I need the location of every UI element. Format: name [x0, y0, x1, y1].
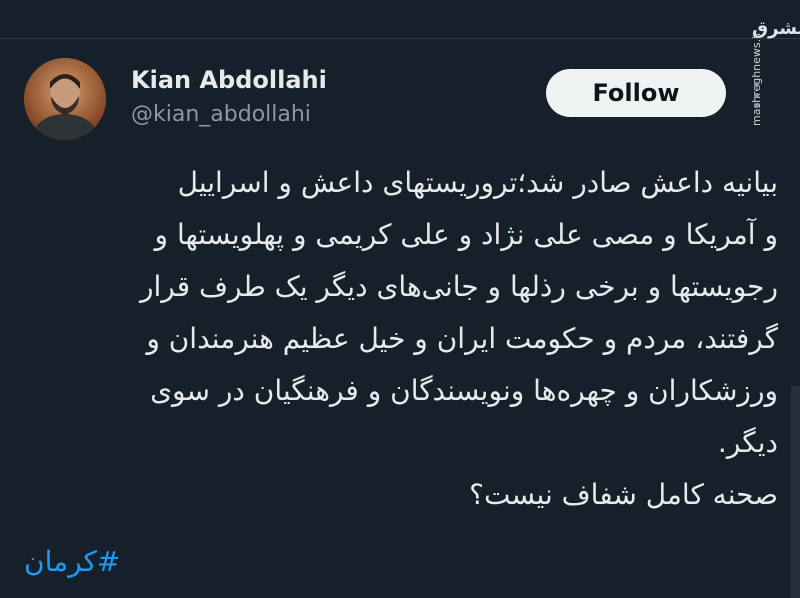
hashtag-link[interactable]: #کرمان [24, 545, 120, 578]
tweet-line: بیانیه داعش صادر شد؛تروریستهای داعش و اس… [177, 166, 778, 199]
avatar[interactable] [24, 58, 106, 140]
tweet-line: دیگر. [717, 426, 778, 459]
more-dot [753, 92, 759, 98]
watermark-site: mashreghnews.ir [750, 31, 763, 126]
tweet-line: ورزشکاران و چهره‌ها ونویسندگان و فرهنگیا… [150, 374, 778, 407]
more-dot [753, 103, 759, 108]
watermark: مشرق mashreghnews.ir [742, 8, 800, 128]
author-name[interactable]: Kian Abdollahi [131, 66, 327, 94]
tweet-line: و آمریکا و مصی علی نژاد و علی کریمی و په… [154, 218, 778, 251]
follow-button[interactable]: Follow [546, 69, 726, 117]
top-divider [0, 38, 800, 39]
tweet-line: صحنه کامل شفاف نیست؟ [469, 478, 778, 511]
scrollbar[interactable] [791, 386, 800, 598]
more-dot [753, 82, 759, 87]
tweet-text: بیانیه داعش صادر شد؛تروریستهای داعش و اس… [20, 157, 778, 521]
avatar-image [24, 58, 106, 140]
tweet-line: گرفتند، مردم و حکومت ایران و خیل عظیم هن… [146, 322, 778, 355]
more-dots-icon[interactable] [751, 82, 761, 108]
author-handle[interactable]: @kian_abdollahi [131, 102, 311, 127]
tweet-line: رجویستها و برخی رذلها و جانی‌های دیگر یک… [139, 270, 778, 303]
